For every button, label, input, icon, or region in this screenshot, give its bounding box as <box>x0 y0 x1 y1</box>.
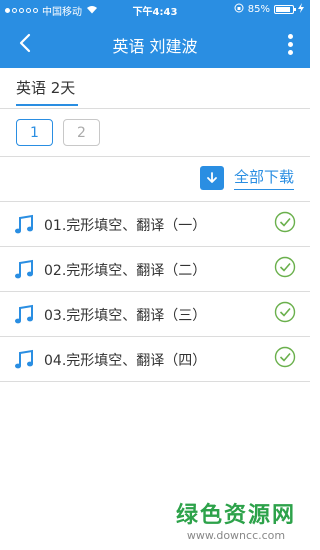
page-button-2[interactable]: 2 <box>63 119 100 146</box>
music-note-icon <box>15 214 33 234</box>
divider <box>0 156 310 157</box>
list-item-label: 02.完形填空、翻译（二） <box>44 263 207 279</box>
check-circle-icon <box>274 211 296 233</box>
battery-percent: 85% <box>247 4 270 15</box>
list-item[interactable]: 03.完形填空、翻译（三） <box>0 292 310 337</box>
download-icon <box>199 166 224 190</box>
nav-bar: 英语 刘建波 <box>0 20 310 68</box>
list-item[interactable]: 04.完形填空、翻译（四） <box>0 337 310 382</box>
music-note-icon <box>15 349 33 369</box>
download-all-label: 全部下载 <box>233 166 294 190</box>
pagination: 1 2 <box>16 119 100 146</box>
watermark-title: 绿色资源网 <box>175 503 296 528</box>
list-item-label: 03.完形填空、翻译（三） <box>44 308 207 324</box>
charging-icon <box>298 3 304 16</box>
list-item-label: 01.完形填空、翻译（一） <box>44 218 207 234</box>
more-menu-button[interactable] <box>282 30 298 58</box>
watermark-url: www.downcc.com <box>186 529 286 542</box>
check-circle-icon <box>274 256 296 278</box>
page-button-1[interactable]: 1 <box>16 119 53 146</box>
lock-rotation-icon <box>234 3 244 16</box>
battery-icon <box>274 5 296 14</box>
tab-english-2days[interactable]: 英语 2天 <box>16 77 78 106</box>
page-title: 英语 刘建波 <box>112 37 198 56</box>
download-all-button[interactable]: 全部下载 <box>199 166 294 190</box>
status-bar: 中国移动 下午4:43 85% <box>0 0 310 20</box>
lesson-list: 01.完形填空、翻译（一） 02.完形填空、翻译（二） 03.完形填空、翻译（三… <box>0 202 310 382</box>
top-bar: 中国移动 下午4:43 85% 英语 刘建波 <box>0 0 310 68</box>
music-note-icon <box>15 259 33 279</box>
check-circle-icon <box>274 301 296 323</box>
watermark: 绿色资源网 www.downcc.com <box>176 497 296 542</box>
list-item[interactable]: 02.完形填空、翻译（二） <box>0 247 310 292</box>
divider <box>0 108 310 109</box>
check-circle-icon <box>274 346 296 368</box>
music-note-icon <box>15 304 33 324</box>
list-item-label: 04.完形填空、翻译（四） <box>44 353 207 369</box>
list-item[interactable]: 01.完形填空、翻译（一） <box>0 202 310 247</box>
